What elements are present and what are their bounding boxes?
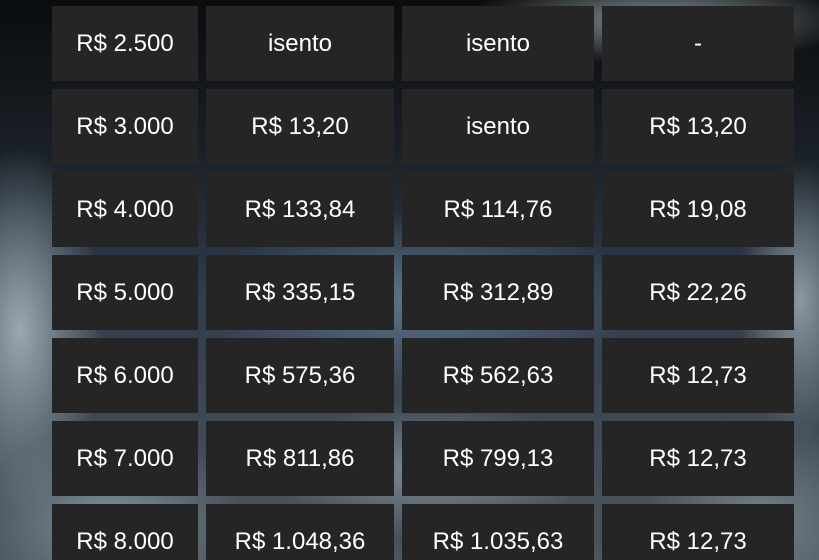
tax-table: R$ 2.500 isento isento - R$ 3.000 R$ 13,… xyxy=(52,6,794,560)
table-cell: R$ 13,20 xyxy=(602,89,794,164)
table-cell-salary: R$ 3.000 xyxy=(52,89,198,164)
table-cell: R$ 811,86 xyxy=(206,421,394,496)
table-cell-salary: R$ 7.000 xyxy=(52,421,198,496)
table-cell: isento xyxy=(402,6,594,81)
table-cell: R$ 335,15 xyxy=(206,255,394,330)
table-cell: R$ 12,73 xyxy=(602,504,794,560)
table-cell: isento xyxy=(402,89,594,164)
table-cell: isento xyxy=(206,6,394,81)
table-cell: R$ 22,26 xyxy=(602,255,794,330)
table-cell-salary: R$ 6.000 xyxy=(52,338,198,413)
table-cell: R$ 12,73 xyxy=(602,421,794,496)
table-cell-salary: R$ 8.000 xyxy=(52,504,198,560)
table-cell-salary: R$ 4.000 xyxy=(52,172,198,247)
table-cell: R$ 799,13 xyxy=(402,421,594,496)
table-cell: R$ 562,63 xyxy=(402,338,594,413)
table-cell: R$ 12,73 xyxy=(602,338,794,413)
table-cell-salary: R$ 2.500 xyxy=(52,6,198,81)
table-cell: R$ 114,76 xyxy=(402,172,594,247)
table-cell: R$ 133,84 xyxy=(206,172,394,247)
table-cell: R$ 19,08 xyxy=(602,172,794,247)
table-cell: - xyxy=(602,6,794,81)
table-cell: R$ 13,20 xyxy=(206,89,394,164)
table-cell-salary: R$ 5.000 xyxy=(52,255,198,330)
table-cell: R$ 575,36 xyxy=(206,338,394,413)
table-cell: R$ 312,89 xyxy=(402,255,594,330)
table-cell: R$ 1.035,63 xyxy=(402,504,594,560)
table-cell: R$ 1.048,36 xyxy=(206,504,394,560)
